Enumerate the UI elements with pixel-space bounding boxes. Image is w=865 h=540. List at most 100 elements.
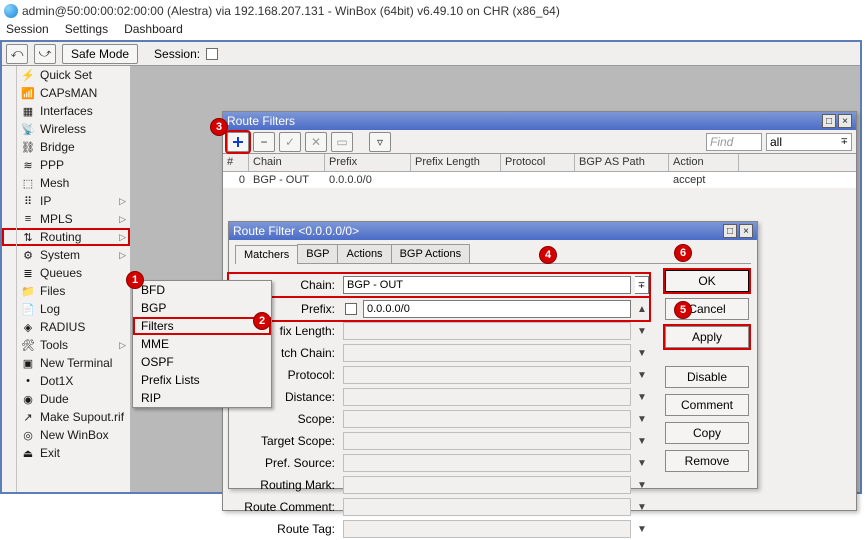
route-filters-title: Route Filters <box>227 114 295 128</box>
chain-dropdown-icon[interactable]: ∓ <box>635 276 649 294</box>
sidebar-item-ppp[interactable]: ≋PPP <box>2 156 130 174</box>
sidebar-item-capsman[interactable]: 📶CAPsMAN <box>2 84 130 102</box>
submenu-item-bfd[interactable]: BFD <box>133 281 271 299</box>
prefsource-field[interactable] <box>343 454 631 472</box>
sidebar-icon: 🛠 <box>20 337 36 353</box>
distance-field[interactable] <box>343 388 631 406</box>
comment-button[interactable]: Comment <box>665 394 749 416</box>
close-icon[interactable]: × <box>739 224 753 238</box>
prefix-invert-checkbox[interactable] <box>345 303 357 315</box>
sidebar-item-interfaces[interactable]: ▦Interfaces <box>2 102 130 120</box>
maximize-icon[interactable]: □ <box>822 114 836 128</box>
tab-actions[interactable]: Actions <box>337 244 391 263</box>
col-chain[interactable]: Chain <box>249 154 325 171</box>
sidebar-icon: ⠿ <box>20 193 36 209</box>
submenu-arrow-icon: ▷ <box>119 196 126 207</box>
menu-dashboard[interactable]: Dashboard <box>124 22 183 40</box>
submenu-item-bgp[interactable]: BGP <box>133 299 271 317</box>
submenu-item-prefix-lists[interactable]: Prefix Lists <box>133 371 271 389</box>
scope-field[interactable] <box>343 410 631 428</box>
apply-button[interactable]: Apply <box>665 326 749 348</box>
tab-matchers[interactable]: Matchers <box>235 245 298 264</box>
sidebar-item-tools[interactable]: 🛠Tools▷ <box>2 336 130 354</box>
route-filter-edit-title: Route Filter <0.0.0.0/0> <box>233 224 359 238</box>
sidebar-icon: • <box>20 373 36 389</box>
protocol-field[interactable] <box>343 366 631 384</box>
sidebar-item-dude[interactable]: ◉Dude <box>2 390 130 408</box>
add-button[interactable] <box>227 132 249 152</box>
table-row[interactable]: 0 BGP - OUT 0.0.0.0/0 accept <box>223 172 856 188</box>
col-aspath[interactable]: BGP AS Path <box>575 154 669 171</box>
remove-button[interactable]: Remove <box>665 450 749 472</box>
sidebar-item-new-terminal[interactable]: ▣New Terminal <box>2 354 130 372</box>
sidebar-item-radius[interactable]: ◈RADIUS <box>2 318 130 336</box>
sidebar-icon: ⚙ <box>20 247 36 263</box>
sidebar-icon: 📄 <box>20 301 36 317</box>
sidebar-item-mesh[interactable]: ⬚Mesh <box>2 174 130 192</box>
sidebar-icon: ↗ <box>20 409 36 425</box>
sidebar: ⚡Quick Set📶CAPsMAN▦Interfaces📡Wireless⛓B… <box>2 66 132 492</box>
sidebar-icon: ◈ <box>20 319 36 335</box>
tab-bgp[interactable]: BGP <box>297 244 338 263</box>
sidebar-item-queues[interactable]: ≣Queues <box>2 264 130 282</box>
redo-icon[interactable]: ⤻ <box>34 44 56 64</box>
sidebar-item-mpls[interactable]: ≡MPLS▷ <box>2 210 130 228</box>
sidebar-item-new-winbox[interactable]: ◎New WinBox <box>2 426 130 444</box>
disable-icon[interactable]: ✕ <box>305 132 327 152</box>
col-prefix[interactable]: Prefix <box>325 154 411 171</box>
menu-settings[interactable]: Settings <box>65 22 108 40</box>
enable-icon[interactable]: ✓ <box>279 132 301 152</box>
submenu-item-ospf[interactable]: OSPF <box>133 353 271 371</box>
copy-button[interactable]: Copy <box>665 422 749 444</box>
sidebar-item-files[interactable]: 📁Files <box>2 282 130 300</box>
badge-2: 2 <box>253 312 271 330</box>
col-prefixlen[interactable]: Prefix Length <box>411 154 501 171</box>
routetag-field[interactable] <box>343 520 631 538</box>
filter-icon[interactable]: ▿ <box>369 132 391 152</box>
submenu-item-mme[interactable]: MME <box>133 335 271 353</box>
prefix-field[interactable]: 0.0.0.0/0 <box>363 300 631 318</box>
col-action[interactable]: Action <box>669 154 739 171</box>
sidebar-icon: ≣ <box>20 265 36 281</box>
sidebar-item-exit[interactable]: ⏏Exit <box>2 444 130 462</box>
sidebar-item-wireless[interactable]: 📡Wireless <box>2 120 130 138</box>
sidebar-icon: ◎ <box>20 427 36 443</box>
menubar: Session Settings Dashboard <box>0 22 865 40</box>
routecomment-field[interactable] <box>343 498 631 516</box>
maximize-icon[interactable]: □ <box>723 224 737 238</box>
find-input[interactable]: Find <box>706 133 762 151</box>
submenu-item-filters[interactable]: Filters <box>133 317 271 335</box>
remove-button[interactable]: − <box>253 132 275 152</box>
sidebar-item-log[interactable]: 📄Log <box>2 300 130 318</box>
close-icon[interactable]: × <box>838 114 852 128</box>
sidebar-item-bridge[interactable]: ⛓Bridge <box>2 138 130 156</box>
sidebar-item-make-supout.rif[interactable]: ↗Make Supout.rif <box>2 408 130 426</box>
disable-button[interactable]: Disable <box>665 366 749 388</box>
submenu-item-rip[interactable]: RIP <box>133 389 271 407</box>
menu-session[interactable]: Session <box>6 22 49 40</box>
tab-bgp-actions[interactable]: BGP Actions <box>391 244 471 263</box>
undo-icon[interactable]: ⤺ <box>6 44 28 64</box>
prefixlen-field[interactable] <box>343 322 631 340</box>
collapse-icon[interactable]: ▲ <box>635 300 649 318</box>
matchchain-field[interactable] <box>343 344 631 362</box>
filter-all-dropdown[interactable]: all∓ <box>766 133 852 151</box>
sidebar-icon: 📁 <box>20 283 36 299</box>
routingmark-field[interactable] <box>343 476 631 494</box>
col-num[interactable]: # <box>223 154 249 171</box>
ok-button[interactable]: OK <box>665 270 749 292</box>
chain-field[interactable]: BGP - OUT <box>343 276 631 294</box>
col-protocol[interactable]: Protocol <box>501 154 575 171</box>
badge-5: 5 <box>674 301 692 319</box>
targetscope-field[interactable] <box>343 432 631 450</box>
session-checkbox[interactable] <box>206 48 218 60</box>
comment-icon[interactable]: ▭ <box>331 132 353 152</box>
sidebar-item-routing[interactable]: ⇅Routing▷ <box>2 228 130 246</box>
expand-icon[interactable]: ▼ <box>635 322 649 340</box>
sidebar-icon: ≡ <box>20 211 36 227</box>
sidebar-item-quick-set[interactable]: ⚡Quick Set <box>2 66 130 84</box>
sidebar-item-ip[interactable]: ⠿IP▷ <box>2 192 130 210</box>
sidebar-item-dot1x[interactable]: •Dot1X <box>2 372 130 390</box>
safe-mode-button[interactable]: Safe Mode <box>62 44 138 64</box>
sidebar-item-system[interactable]: ⚙System▷ <box>2 246 130 264</box>
